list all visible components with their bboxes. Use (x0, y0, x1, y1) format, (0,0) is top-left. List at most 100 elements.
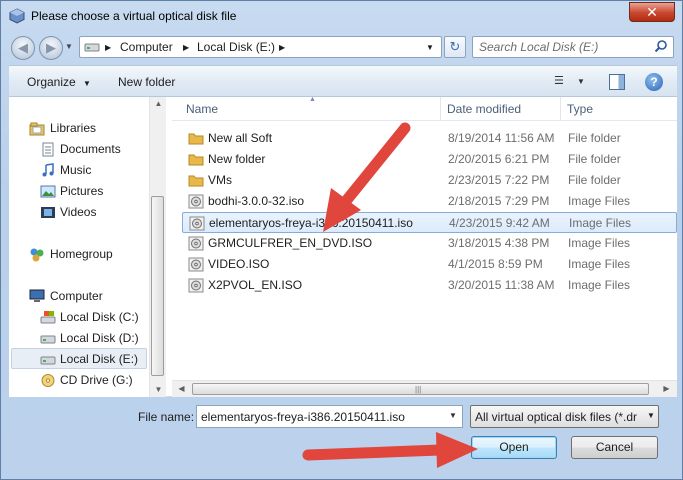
nav-label: Computer (50, 289, 103, 303)
preview-pane-button[interactable] (609, 74, 625, 90)
breadcrumb-separator-icon[interactable]: ▶ (279, 43, 285, 52)
file-type-select[interactable]: All virtual optical disk files (*.dr (470, 405, 659, 428)
computer-icon (29, 289, 45, 304)
nav-label: Homegroup (50, 247, 113, 261)
file-date: 4/23/2015 9:42 AM (449, 216, 550, 230)
breadcrumb-separator-icon[interactable]: ▶ (183, 43, 189, 52)
virtualbox-app-icon (9, 8, 25, 24)
file-row-elementaryos-iso-selected[interactable]: elementaryos-freya-i386.20150411.iso 4/2… (182, 212, 677, 233)
file-row-x2pvol-iso[interactable]: X2PVOL_EN.ISO 3/20/2015 11:38 AM Image F… (182, 275, 677, 296)
file-row-video-iso[interactable]: VIDEO.ISO 4/1/2015 8:59 PM Image Files (182, 254, 677, 275)
file-row-vms[interactable]: VMs 2/23/2015 7:22 PM File folder (182, 170, 677, 191)
file-name-label: File name: (138, 410, 195, 424)
nav-item-libraries[interactable]: Libraries (9, 118, 149, 139)
disc-image-icon (189, 216, 205, 231)
new-folder-button[interactable]: New folder (118, 75, 175, 89)
nav-label: Videos (60, 205, 97, 219)
open-button[interactable]: Open (471, 436, 557, 459)
column-name[interactable]: Name (186, 102, 218, 116)
close-button[interactable]: ✕ (629, 2, 675, 22)
nav-item-local-disk-e[interactable]: Local Disk (E:) (9, 349, 149, 370)
file-row-new-folder[interactable]: New folder 2/20/2015 6:21 PM File folder (182, 149, 677, 170)
drive-icon (40, 352, 56, 367)
file-date: 3/18/2015 4:38 PM (448, 236, 550, 250)
file-type: File folder (568, 173, 621, 187)
libraries-icon (29, 121, 45, 136)
view-list-icon: ☰ (554, 75, 564, 87)
file-row-bodhi-iso[interactable]: bodhi-3.0.0-32.iso 2/18/2015 7:29 PM Ima… (182, 191, 677, 212)
file-name: New all Soft (208, 131, 273, 145)
search-icon[interactable] (654, 39, 668, 53)
scroll-left-icon[interactable]: ◀ (173, 384, 190, 393)
file-date: 8/19/2014 11:56 AM (448, 131, 555, 145)
navigation-scroll-thumb[interactable] (151, 196, 164, 376)
column-divider[interactable] (560, 97, 561, 121)
change-view-button[interactable]: ☰ ▼ (554, 74, 594, 90)
music-icon (40, 163, 56, 178)
nav-item-videos[interactable]: Videos (9, 202, 149, 223)
navigation-pane[interactable]: Libraries Documents Music Pictures Video… (9, 97, 149, 397)
nav-item-cd-drive-g[interactable]: CD Drive (G:) (9, 370, 149, 391)
folder-icon (188, 152, 204, 167)
chevron-down-icon[interactable]: ▼ (647, 411, 655, 420)
scroll-down-icon[interactable]: ▼ (150, 385, 167, 394)
disc-image-icon (188, 194, 204, 209)
column-type[interactable]: Type (567, 102, 593, 116)
nav-label: Local Disk (C:) (60, 310, 139, 324)
organize-button[interactable]: Organize ▼ (27, 75, 91, 89)
nav-item-local-disk-c[interactable]: Local Disk (C:) (9, 307, 149, 328)
file-date: 4/1/2015 8:59 PM (448, 257, 543, 271)
nav-item-documents[interactable]: Documents (9, 139, 149, 160)
pictures-icon (40, 184, 56, 199)
dialog-window: Please choose a virtual optical disk fil… (0, 0, 683, 480)
nav-item-music[interactable]: Music (9, 160, 149, 181)
help-icon: ? (650, 75, 658, 89)
nav-item-local-disk-d[interactable]: Local Disk (D:) (9, 328, 149, 349)
back-button[interactable]: ◀ (11, 36, 35, 60)
file-name-input[interactable]: elementaryos-freya-i386.20150411.iso (196, 405, 463, 428)
nav-label: CD Drive (G:) (60, 373, 133, 387)
file-type: File folder (568, 152, 621, 166)
file-list[interactable]: ▲ Name Date modified Type New all Soft 8… (172, 96, 677, 397)
chevron-down-icon: ▼ (576, 77, 585, 86)
help-button[interactable]: ? (645, 73, 663, 91)
breadcrumb-local-disk-e[interactable]: Local Disk (E:) (197, 40, 275, 54)
grip-icon: ||| (415, 385, 422, 394)
address-dropdown-icon[interactable]: ▼ (426, 43, 434, 52)
nav-item-computer[interactable]: Computer (9, 286, 149, 307)
forward-button[interactable]: ▶ (39, 36, 63, 60)
nav-item-pictures[interactable]: Pictures (9, 181, 149, 202)
nav-label: Libraries (50, 121, 97, 135)
recent-locations-dropdown[interactable]: ▼ (65, 42, 75, 52)
file-type: Image Files (568, 257, 631, 271)
address-bar[interactable]: ▶ Computer ▶ Local Disk (E:) ▶ ▼ (79, 36, 442, 58)
file-row-new-all-soft[interactable]: New all Soft 8/19/2014 11:56 AM File fol… (182, 128, 677, 149)
nav-label: Music (60, 163, 92, 177)
nav-label: Pictures (60, 184, 104, 198)
scroll-up-icon[interactable]: ▲ (150, 99, 167, 108)
close-icon: ✕ (646, 4, 658, 20)
organize-label: Organize (27, 75, 76, 89)
content-area: Libraries Documents Music Pictures Video… (9, 96, 677, 397)
folder-icon (188, 131, 204, 146)
breadcrumb-separator-icon[interactable]: ▶ (105, 43, 111, 52)
refresh-icon: ↻ (449, 39, 461, 54)
drive-breadcrumb-icon (84, 41, 100, 53)
system-drive-icon (40, 310, 56, 325)
search-input[interactable]: Search Local Disk (E:) (472, 36, 674, 58)
file-type: File folder (568, 131, 621, 145)
window-title: Please choose a virtual optical disk fil… (31, 9, 237, 23)
file-date: 2/23/2015 7:22 PM (448, 173, 550, 187)
column-date-modified[interactable]: Date modified (447, 102, 521, 116)
scroll-right-icon[interactable]: ▶ (658, 384, 675, 393)
nav-item-homegroup[interactable]: Homegroup (9, 244, 149, 265)
refresh-button[interactable]: ↻ (444, 36, 466, 58)
breadcrumb-computer[interactable]: Computer (120, 40, 173, 54)
column-divider[interactable] (440, 97, 441, 121)
file-name: X2PVOL_EN.ISO (208, 278, 303, 292)
title-bar[interactable]: Please choose a virtual optical disk fil… (1, 1, 683, 31)
file-row-grmculfrer-iso[interactable]: GRMCULFRER_EN_DVD.ISO 3/18/2015 4:38 PM … (182, 233, 677, 254)
file-name-history-dropdown[interactable]: ▼ (449, 411, 457, 420)
horizontal-scroll-thumb[interactable]: ||| (192, 383, 649, 395)
cancel-button[interactable]: Cancel (571, 436, 658, 459)
